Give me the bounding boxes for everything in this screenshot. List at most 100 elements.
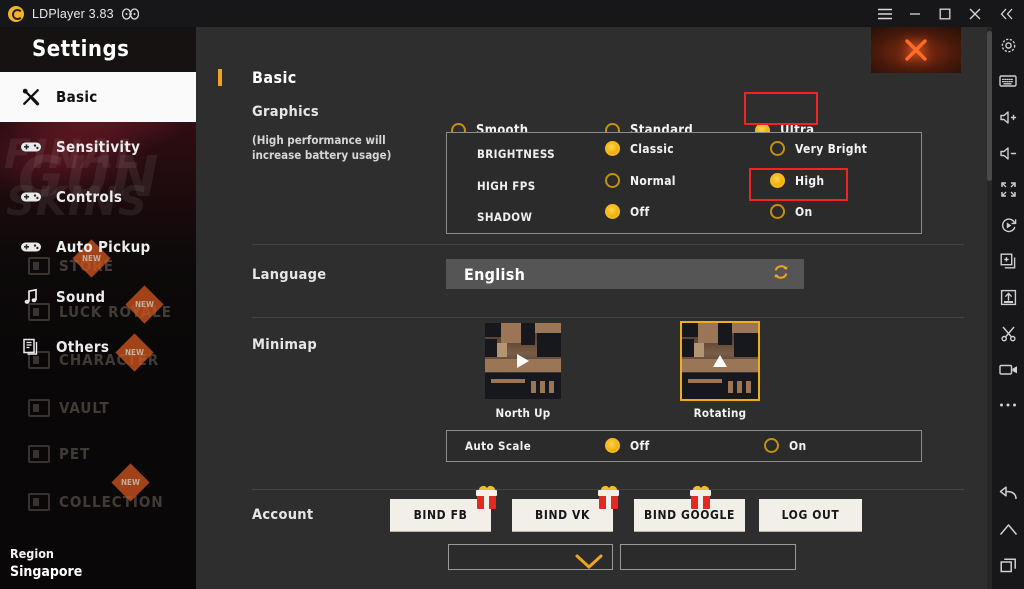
right-toolbar — [992, 27, 1024, 589]
minimap-option-rotating[interactable]: Rotating — [680, 321, 760, 420]
app-title: LDPlayer 3.83 — [32, 6, 114, 21]
video-record-icon[interactable] — [992, 351, 1024, 387]
scroll-down-chevron-icon[interactable] — [575, 554, 603, 575]
radio-label: Classic — [630, 141, 674, 156]
document-copy-icon — [18, 338, 44, 356]
ldplayer-logo-icon — [8, 5, 24, 22]
radio-label: Off — [630, 438, 650, 453]
minimap-thumbnail — [485, 323, 561, 399]
gamepad-icon — [18, 140, 44, 154]
scissors-screenshot-icon[interactable] — [992, 315, 1024, 351]
partial-button-right[interactable] — [620, 544, 796, 570]
auto-scale-label: Auto Scale — [465, 439, 532, 453]
gift-icon — [476, 485, 498, 510]
button-label: LOG OUT — [781, 508, 840, 522]
detail-row-label-brightness: BRIGHTNESS — [477, 147, 556, 161]
sidebar-item-others[interactable]: Others — [0, 322, 196, 372]
window-titlebar: LDPlayer 3.83 — [0, 0, 1024, 27]
page-title: Basic — [252, 68, 297, 87]
sidebar-item-sensitivity[interactable]: Sensitivity — [0, 122, 196, 172]
menu-button[interactable] — [870, 0, 900, 27]
highlight-box-ultra — [744, 92, 818, 125]
radio-dot — [605, 438, 620, 453]
section-accent-bar — [218, 69, 222, 86]
radio-label: Off — [630, 204, 650, 219]
region-value: Singapore — [10, 564, 83, 580]
back-icon[interactable] — [992, 475, 1024, 511]
close-x-icon — [905, 39, 927, 61]
gift-icon — [690, 485, 712, 510]
auto-scale-option-off[interactable]: Off — [605, 438, 649, 453]
divider-graphics — [252, 244, 964, 245]
language-value: English — [464, 264, 526, 284]
minimap-label: Minimap — [252, 337, 318, 353]
radio-dot — [770, 173, 785, 188]
shadow-option-on[interactable]: On — [770, 204, 812, 219]
language-label: Language — [252, 267, 327, 283]
account-label: Account — [252, 507, 314, 523]
sidebar-item-auto-pickup[interactable]: Auto Pickup — [0, 222, 196, 272]
player-arrow-icon — [517, 354, 529, 368]
minimap-caption: Rotating — [693, 406, 747, 420]
radio-label: On — [795, 204, 813, 219]
divider-language — [252, 317, 964, 318]
sidebar-item-controls[interactable]: Controls — [0, 172, 196, 222]
sidebar-item-label: Basic — [56, 88, 98, 106]
radio-dot — [605, 141, 620, 156]
detail-row-label-shadow: SHADOW — [477, 210, 533, 224]
button-label: BIND GOOGLE — [644, 508, 735, 522]
highfps-option-high[interactable]: High — [770, 173, 824, 188]
detail-row-label-high-fps: HIGH FPS — [477, 179, 536, 193]
macro-record-icon[interactable] — [992, 207, 1024, 243]
brightness-option-classic[interactable]: Classic — [605, 141, 674, 156]
volume-up-icon[interactable] — [992, 99, 1024, 135]
minimize-button[interactable] — [900, 0, 930, 27]
install-apk-icon[interactable] — [992, 279, 1024, 315]
player-arrow-icon — [713, 355, 727, 367]
minimap-option-north-up[interactable]: North Up — [485, 323, 561, 420]
settings-panel: Basic Graphics (High performance will in… — [196, 27, 992, 589]
tools-icon — [18, 87, 44, 107]
collapse-toolbar-button[interactable] — [990, 0, 1024, 27]
button-label: BIND VK — [535, 508, 590, 522]
brightness-option-very-bright[interactable]: Very Bright — [770, 141, 867, 156]
sidebar-item-sound[interactable]: Sound — [0, 272, 196, 322]
radio-dot — [605, 173, 620, 188]
sidebar-item-label: Controls — [56, 188, 123, 206]
settings-gear-icon[interactable] — [992, 27, 1024, 63]
graphics-note: (High performance will increase battery … — [252, 133, 392, 162]
radio-dot — [605, 204, 620, 219]
emulator-screen: FINAL GUN SKINS STORE NEW LUCK ROYALE NE… — [0, 27, 992, 589]
gift-icon — [598, 485, 620, 510]
maximize-button[interactable] — [930, 0, 960, 27]
settings-title: Settings — [32, 37, 130, 62]
refresh-icon[interactable] — [772, 263, 790, 286]
volume-down-icon[interactable] — [992, 135, 1024, 171]
gamepad-icon — [121, 7, 139, 20]
close-settings-button[interactable] — [871, 27, 961, 73]
keyboard-icon[interactable] — [992, 63, 1024, 99]
log-out-button[interactable]: LOG OUT — [759, 499, 862, 531]
radio-label: On — [789, 438, 807, 453]
sidebar-item-basic[interactable]: Basic — [0, 72, 196, 122]
sidebar-item-label: Sensitivity — [56, 138, 141, 156]
region-info[interactable]: Region Singapore — [10, 545, 82, 581]
sidebar-item-label: Auto Pickup — [56, 238, 151, 256]
close-button[interactable] — [960, 0, 990, 27]
highfps-option-normal[interactable]: Normal — [605, 173, 676, 188]
settings-header: Settings — [0, 27, 196, 72]
sidebar-item-label: Others — [56, 338, 110, 356]
region-label: Region — [10, 546, 54, 561]
ldplayer-window: LDPlayer 3.83 FINAL GUN SKINS NEW LUCK R… — [0, 0, 1024, 589]
minimap-thumbnail — [680, 321, 760, 401]
radio-label: Very Bright — [795, 141, 868, 156]
fullscreen-icon[interactable] — [992, 171, 1024, 207]
shadow-option-off[interactable]: Off — [605, 204, 649, 219]
language-select[interactable]: English — [446, 259, 804, 289]
home-icon[interactable] — [992, 511, 1024, 547]
recents-icon[interactable] — [992, 547, 1024, 583]
more-options-icon[interactable] — [992, 387, 1024, 423]
multi-instance-icon[interactable] — [992, 243, 1024, 279]
auto-scale-option-on[interactable]: On — [764, 438, 806, 453]
gamepad-icon — [18, 240, 44, 254]
